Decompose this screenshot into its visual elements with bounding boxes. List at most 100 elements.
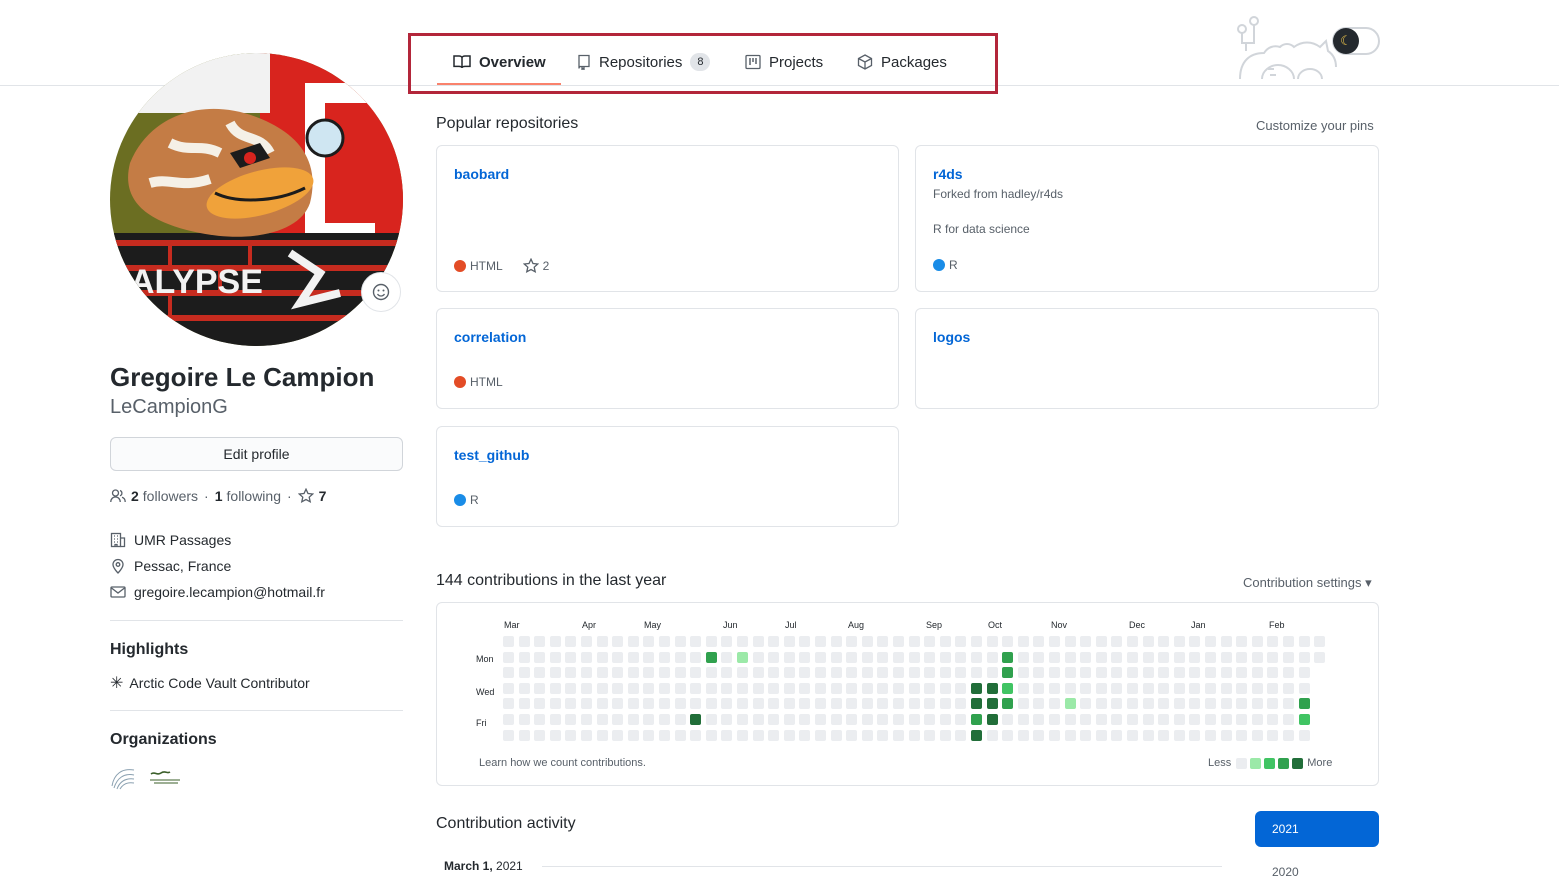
contribution-day-cell[interactable] [1002, 698, 1014, 710]
contribution-day-cell[interactable] [549, 729, 561, 741]
contribution-day-cell[interactable] [534, 729, 546, 741]
repo-link[interactable]: baobard [454, 166, 509, 182]
contribution-day-cell[interactable] [893, 729, 904, 741]
contribution-day-cell[interactable] [877, 636, 889, 647]
contribution-day-cell[interactable] [861, 667, 873, 679]
contribution-day-cell[interactable] [1251, 714, 1263, 725]
contribution-day-cell[interactable] [939, 729, 951, 741]
contribution-day-cell[interactable] [768, 651, 780, 663]
contribution-day-cell[interactable] [1033, 729, 1045, 741]
contribution-day-cell[interactable] [846, 682, 858, 694]
contribution-day-cell[interactable] [1173, 714, 1185, 725]
contribution-day-cell[interactable] [768, 667, 780, 679]
contribution-day-cell[interactable] [1267, 667, 1279, 679]
contribution-day-cell[interactable] [877, 667, 889, 679]
contribution-day-cell[interactable] [861, 682, 873, 694]
contribution-day-cell[interactable] [1267, 698, 1279, 710]
contribution-day-cell[interactable] [737, 729, 748, 741]
contribution-day-cell[interactable] [955, 714, 967, 725]
contribution-day-cell[interactable] [581, 667, 592, 679]
contribution-day-cell[interactable] [1095, 636, 1107, 647]
contribution-day-cell[interactable] [659, 698, 670, 710]
contribution-day-cell[interactable] [893, 714, 904, 725]
tab-repositories[interactable]: Repositories 8 [577, 50, 711, 74]
contribution-day-cell[interactable] [1298, 729, 1310, 741]
contribution-day-cell[interactable] [1017, 698, 1029, 710]
contribution-day-cell[interactable] [1236, 651, 1248, 663]
contribution-day-cell[interactable] [1173, 667, 1185, 679]
contribution-day-cell[interactable] [1251, 667, 1263, 679]
contribution-day-cell[interactable] [1080, 636, 1092, 647]
contribution-day-cell[interactable] [1251, 636, 1263, 647]
contribution-day-cell[interactable] [924, 636, 936, 647]
contribution-day-cell[interactable] [846, 729, 858, 741]
contribution-day-cell[interactable] [503, 636, 514, 647]
contribution-day-cell[interactable] [612, 682, 624, 694]
contribution-day-cell[interactable] [1205, 682, 1216, 694]
contribution-day-cell[interactable] [752, 682, 764, 694]
contribution-day-cell[interactable] [846, 667, 858, 679]
contribution-day-cell[interactable] [877, 698, 889, 710]
contribution-day-cell[interactable] [674, 636, 686, 647]
contribution-day-cell[interactable] [1189, 714, 1201, 725]
contribution-day-cell[interactable] [752, 714, 764, 725]
contribution-day-cell[interactable] [534, 636, 546, 647]
contribution-day-cell[interactable] [1283, 698, 1294, 710]
contribution-day-cell[interactable] [1220, 667, 1232, 679]
contribution-day-cell[interactable] [503, 729, 514, 741]
contribution-day-cell[interactable] [737, 682, 748, 694]
contribution-day-cell[interactable] [1142, 682, 1154, 694]
contribution-day-cell[interactable] [1127, 698, 1138, 710]
contribution-day-cell[interactable] [846, 636, 858, 647]
contribution-day-cell[interactable] [549, 667, 561, 679]
contribution-day-cell[interactable] [908, 698, 920, 710]
contribution-day-cell[interactable] [971, 651, 982, 663]
contribution-day-cell[interactable] [783, 667, 795, 679]
contribution-day-cell[interactable] [971, 729, 982, 741]
contribution-day-cell[interactable] [971, 698, 982, 710]
contribution-day-cell[interactable] [877, 651, 889, 663]
contribution-day-cell[interactable] [1220, 651, 1232, 663]
contribution-day-cell[interactable] [893, 667, 904, 679]
contribution-day-cell[interactable] [612, 714, 624, 725]
contribution-day-cell[interactable] [549, 698, 561, 710]
contribution-day-cell[interactable] [1002, 651, 1014, 663]
contribution-day-cell[interactable] [1158, 636, 1170, 647]
contribution-day-cell[interactable] [1298, 698, 1310, 710]
contribution-day-cell[interactable] [534, 714, 546, 725]
contribution-day-cell[interactable] [690, 636, 702, 647]
contribution-day-cell[interactable] [565, 667, 577, 679]
repo-link[interactable]: correlation [454, 329, 526, 345]
contribution-day-cell[interactable] [674, 698, 686, 710]
contribution-day-cell[interactable] [705, 729, 717, 741]
contribution-day-cell[interactable] [1049, 698, 1060, 710]
contribution-day-cell[interactable] [1064, 651, 1076, 663]
contribution-day-cell[interactable] [1080, 714, 1092, 725]
contribution-day-cell[interactable] [1283, 729, 1294, 741]
contribution-day-cell[interactable] [1189, 667, 1201, 679]
highlight-item[interactable]: ✳ Arctic Code Vault Contributor [110, 673, 310, 693]
contribution-day-cell[interactable] [939, 651, 951, 663]
contribution-day-cell[interactable] [596, 698, 608, 710]
contribution-day-cell[interactable] [799, 729, 811, 741]
contribution-day-cell[interactable] [815, 682, 826, 694]
contribution-day-cell[interactable] [1017, 651, 1029, 663]
contribution-day-cell[interactable] [830, 729, 842, 741]
contribution-day-cell[interactable] [924, 698, 936, 710]
contribution-day-cell[interactable] [565, 714, 577, 725]
contribution-day-cell[interactable] [612, 729, 624, 741]
contribution-day-cell[interactable] [1111, 698, 1123, 710]
contribution-day-cell[interactable] [939, 682, 951, 694]
contribution-day-cell[interactable] [643, 636, 655, 647]
customize-pins-link[interactable]: Customize your pins [1256, 118, 1374, 133]
contribution-day-cell[interactable] [581, 714, 592, 725]
contribution-day-cell[interactable] [1033, 636, 1045, 647]
contribution-day-cell[interactable] [783, 714, 795, 725]
contribution-day-cell[interactable] [1189, 729, 1201, 741]
contribution-day-cell[interactable] [1111, 636, 1123, 647]
contribution-day-cell[interactable] [518, 714, 530, 725]
contribution-day-cell[interactable] [518, 651, 530, 663]
contribution-day-cell[interactable] [1064, 729, 1076, 741]
contribution-day-cell[interactable] [1283, 682, 1294, 694]
contribution-day-cell[interactable] [659, 714, 670, 725]
